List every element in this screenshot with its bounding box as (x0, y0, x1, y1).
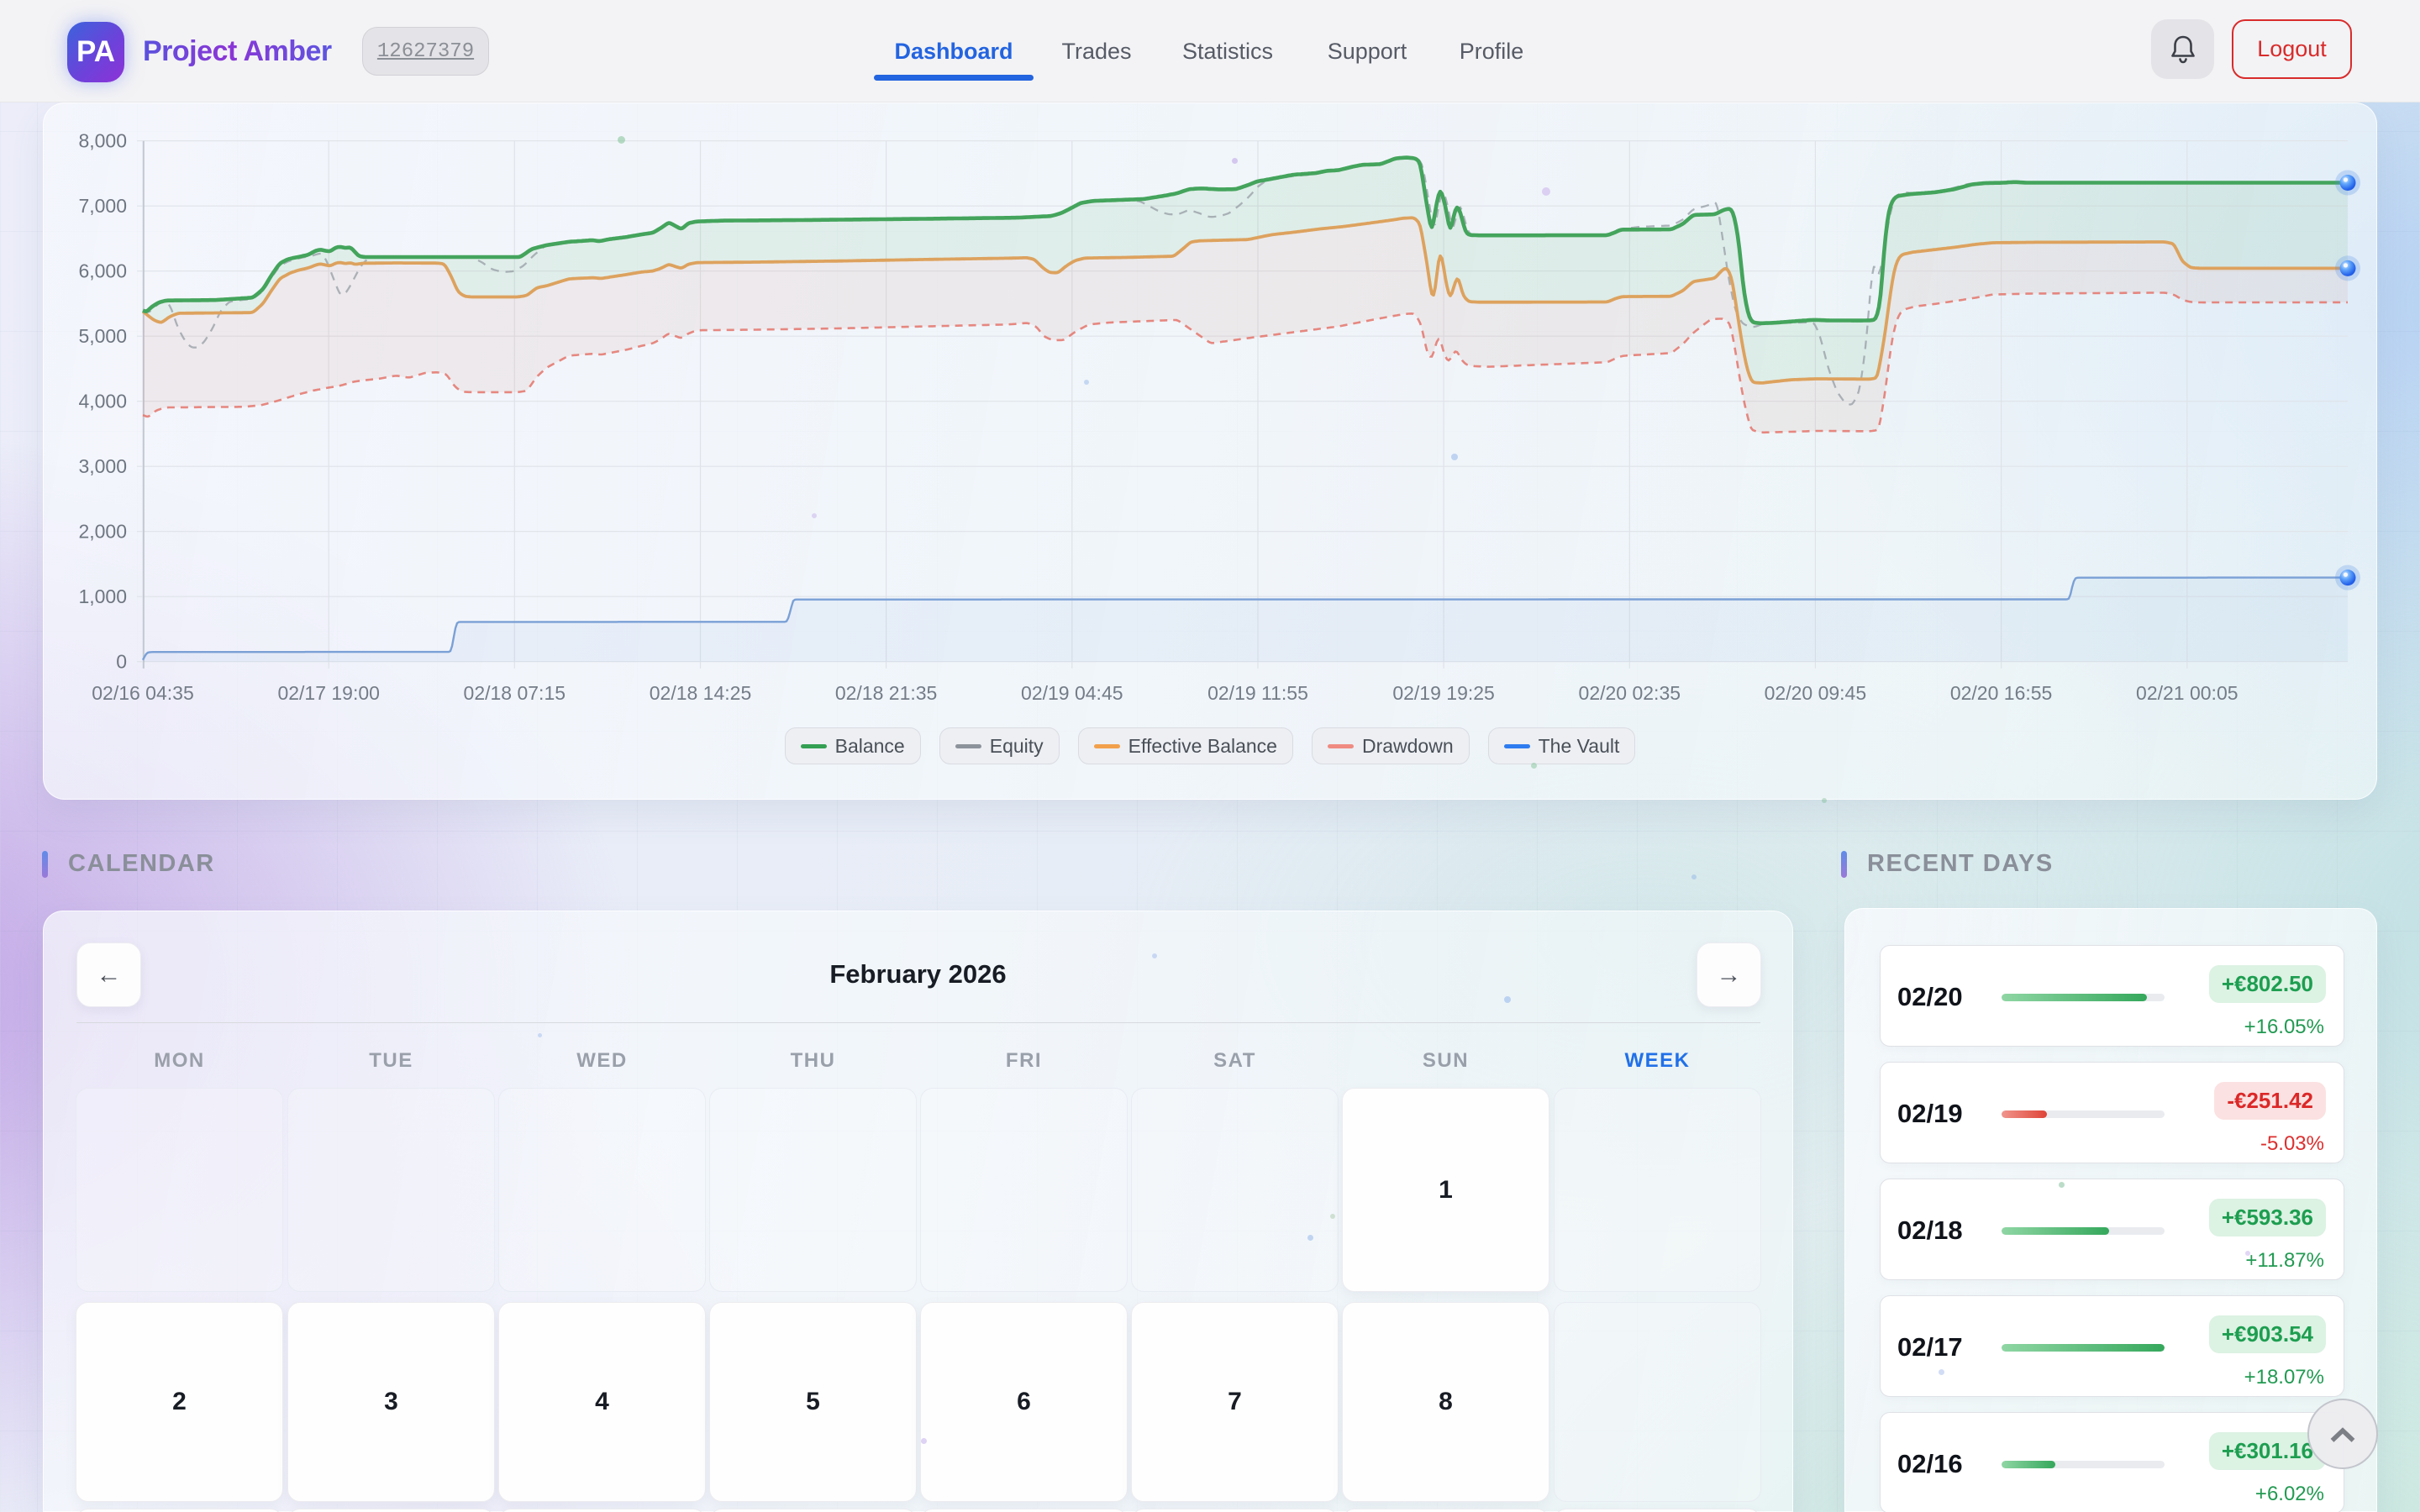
svg-text:5,000: 5,000 (78, 325, 127, 347)
svg-text:02/21 00:05: 02/21 00:05 (2136, 682, 2238, 704)
svg-text:6,000: 6,000 (78, 260, 127, 282)
svg-text:8,000: 8,000 (78, 130, 127, 152)
svg-text:02/18 07:15: 02/18 07:15 (464, 682, 566, 704)
svg-text:02/18 21:35: 02/18 21:35 (835, 682, 938, 704)
svg-text:02/20 16:55: 02/20 16:55 (1950, 682, 2053, 704)
svg-text:2,000: 2,000 (78, 521, 127, 543)
svg-text:3,000: 3,000 (78, 455, 127, 477)
svg-text:1,000: 1,000 (78, 585, 127, 607)
svg-text:7,000: 7,000 (78, 195, 127, 217)
svg-text:02/20 09:45: 02/20 09:45 (1765, 682, 1867, 704)
svg-text:02/18 14:25: 02/18 14:25 (650, 682, 752, 704)
svg-text:02/19 11:55: 02/19 11:55 (1207, 682, 1308, 704)
svg-text:02/19 19:25: 02/19 19:25 (1392, 682, 1495, 704)
svg-text:4,000: 4,000 (78, 391, 127, 412)
svg-text:0: 0 (116, 651, 127, 673)
svg-text:02/17 19:00: 02/17 19:00 (277, 682, 380, 704)
svg-text:02/20 02:35: 02/20 02:35 (1579, 682, 1681, 704)
svg-text:02/16 04:35: 02/16 04:35 (92, 682, 194, 704)
svg-text:02/19 04:45: 02/19 04:45 (1021, 682, 1123, 704)
